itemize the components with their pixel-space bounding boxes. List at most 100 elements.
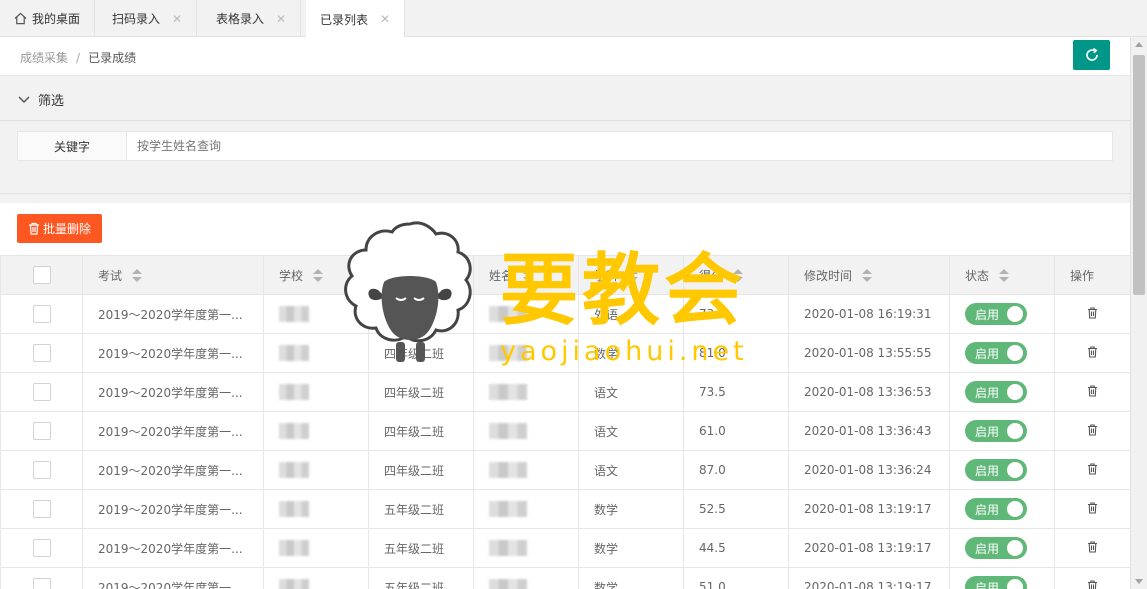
column-header-class[interactable]: 班级: [368, 255, 474, 295]
delete-icon[interactable]: [1087, 345, 1098, 358]
status-toggle[interactable]: 启用: [965, 303, 1027, 325]
table-row[interactable]: 2019～2020学年度第一... 四年级二班 语文 73.5 2020-01-08 1…: [0, 372, 1130, 412]
redacted-name: [489, 462, 527, 478]
sort-icon[interactable]: [132, 269, 143, 283]
delete-icon[interactable]: [1087, 306, 1098, 319]
scroll-down-icon[interactable]: [1135, 579, 1143, 584]
actions-cell: [1054, 333, 1130, 373]
table-row[interactable]: 2019～2020学年度第一... 四年级二班 语文 87.0 2020-01-08 1…: [0, 450, 1130, 490]
scrollbar-thumb[interactable]: [1133, 55, 1145, 295]
column-header-status[interactable]: 状态: [949, 255, 1055, 295]
column-header-score[interactable]: 得分: [683, 255, 789, 295]
school-cell: [263, 333, 369, 373]
row-select-cell: [0, 372, 83, 412]
keyword-input[interactable]: [127, 132, 1112, 160]
breadcrumb-parent[interactable]: 成绩采集: [20, 51, 68, 65]
modified-time-cell: 2020-01-08 16:19:31: [788, 294, 950, 334]
delete-icon[interactable]: [1087, 384, 1098, 397]
tab-my-desktop[interactable]: 我的桌面: [0, 0, 96, 37]
redacted-name: [489, 579, 527, 589]
exam-cell: 2019～2020学年度第一...: [82, 411, 264, 451]
filter-toggle[interactable]: 筛选: [0, 79, 1130, 121]
status-toggle[interactable]: 启用: [965, 381, 1027, 403]
toggle-knob: [1007, 462, 1023, 478]
filter-title: 筛选: [38, 94, 65, 109]
row-checkbox[interactable]: [32, 461, 51, 479]
sort-icon[interactable]: [628, 269, 639, 283]
status-toggle[interactable]: 启用: [965, 342, 1027, 364]
table-row[interactable]: 2019～2020学年度第一... 五年级二班 数学 44.5 2020-01-08 1…: [0, 528, 1130, 568]
row-select-cell: [0, 528, 83, 568]
table-row[interactable]: 2019～2020学年度第一... 四年级二班 数学 81.0 2020-01-08 1…: [0, 333, 1130, 373]
close-icon[interactable]: ✕: [276, 12, 286, 26]
row-checkbox[interactable]: [32, 422, 51, 440]
redacted-name: [489, 423, 527, 439]
delete-icon[interactable]: [1087, 501, 1098, 514]
sort-icon[interactable]: [313, 269, 324, 283]
score-cell: 73.0: [683, 294, 789, 334]
column-header-label: 考试: [98, 268, 123, 283]
select-all-checkbox[interactable]: [32, 266, 51, 284]
row-checkbox[interactable]: [32, 305, 51, 323]
status-cell: 启用: [949, 567, 1055, 589]
sort-icon[interactable]: [733, 269, 744, 283]
status-toggle[interactable]: 启用: [965, 420, 1027, 442]
status-cell: 启用: [949, 294, 1055, 334]
table-row[interactable]: 2019～2020学年度第一... 五年级二班 数学 51.0 2020-01-08 1…: [0, 567, 1130, 589]
redacted-name: [489, 540, 527, 556]
sort-icon[interactable]: [862, 269, 873, 283]
table-row[interactable]: 2019～2020学年度第一... 五年级二班 数学 52.5 2020-01-08 1…: [0, 489, 1130, 529]
row-checkbox[interactable]: [32, 578, 51, 589]
column-header-exam[interactable]: 考试: [82, 255, 264, 295]
column-header-label: 班级: [384, 268, 409, 283]
vertical-scrollbar[interactable]: [1130, 37, 1147, 589]
close-icon[interactable]: ✕: [172, 12, 182, 26]
table-row[interactable]: 2019～2020学年度第一... 四年级二班 语文 61.0 2020-01-08 1…: [0, 411, 1130, 451]
column-header-name[interactable]: 姓名: [473, 255, 579, 295]
column-header-label: 修改时间: [804, 268, 853, 283]
delete-icon[interactable]: [1087, 540, 1098, 553]
row-select-cell: [0, 567, 83, 589]
status-toggle[interactable]: 启用: [965, 459, 1027, 481]
status-label: 启用: [975, 346, 1000, 361]
delete-icon[interactable]: [1087, 462, 1098, 475]
status-toggle[interactable]: 启用: [965, 576, 1027, 589]
redacted-school: [279, 423, 309, 439]
row-checkbox[interactable]: [32, 344, 51, 362]
row-checkbox[interactable]: [32, 383, 51, 401]
redacted-name: [489, 345, 527, 361]
subject-cell: 外语: [578, 294, 684, 334]
status-cell: 启用: [949, 450, 1055, 490]
divider: [0, 193, 1130, 194]
trash-icon: [28, 222, 39, 235]
column-header-school[interactable]: 学校: [263, 255, 369, 295]
row-checkbox[interactable]: [32, 539, 51, 557]
scroll-up-icon[interactable]: [1135, 42, 1143, 47]
class-cell: 四年级二班: [368, 294, 474, 334]
name-cell: [473, 528, 579, 568]
delete-icon[interactable]: [1087, 423, 1098, 436]
tab-scan-entry[interactable]: 扫码录入 ✕: [98, 0, 198, 37]
sort-icon[interactable]: [999, 269, 1010, 283]
column-header-subject[interactable]: 学科: [578, 255, 684, 295]
column-header-modified-time[interactable]: 修改时间: [788, 255, 950, 295]
exam-cell: 2019～2020学年度第一...: [82, 333, 264, 373]
subject-cell: 数学: [578, 567, 684, 589]
modified-time-cell: 2020-01-08 13:19:17: [788, 528, 950, 568]
delete-icon[interactable]: [1087, 579, 1098, 589]
sort-icon[interactable]: [418, 269, 429, 283]
status-toggle[interactable]: 启用: [965, 498, 1027, 520]
redacted-name: [489, 306, 527, 322]
refresh-button[interactable]: [1073, 40, 1110, 70]
close-icon[interactable]: ✕: [380, 12, 390, 26]
sort-icon[interactable]: [523, 269, 534, 283]
tab-table-entry[interactable]: 表格录入 ✕: [202, 0, 302, 37]
row-checkbox[interactable]: [32, 500, 51, 518]
school-cell: [263, 372, 369, 412]
batch-delete-button[interactable]: 批量删除: [17, 214, 102, 243]
status-toggle[interactable]: 启用: [965, 537, 1027, 559]
table-row[interactable]: 2019～2020学年度第一... 四年级二班 外语 73.0 2020-01-08 1…: [0, 294, 1130, 334]
name-cell: [473, 411, 579, 451]
tab-recorded-list[interactable]: 已录列表 ✕: [306, 0, 406, 38]
toggle-knob: [1007, 345, 1023, 361]
